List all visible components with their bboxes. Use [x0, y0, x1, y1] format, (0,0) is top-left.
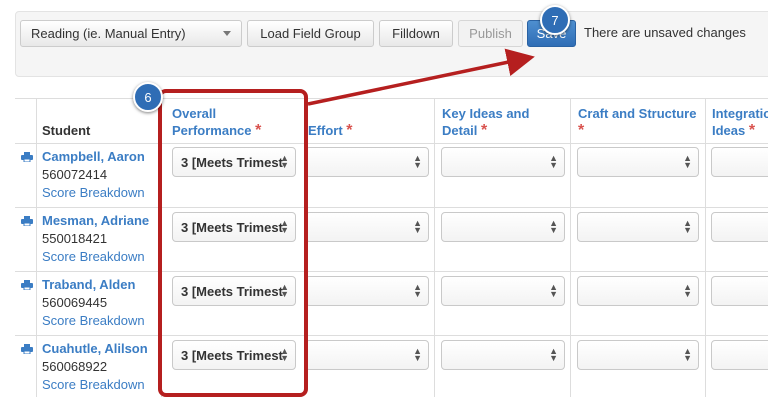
- step-badge-7: 7: [540, 5, 570, 35]
- step-badge-6: 6: [133, 82, 163, 112]
- annotation-arrow: [307, 48, 535, 106]
